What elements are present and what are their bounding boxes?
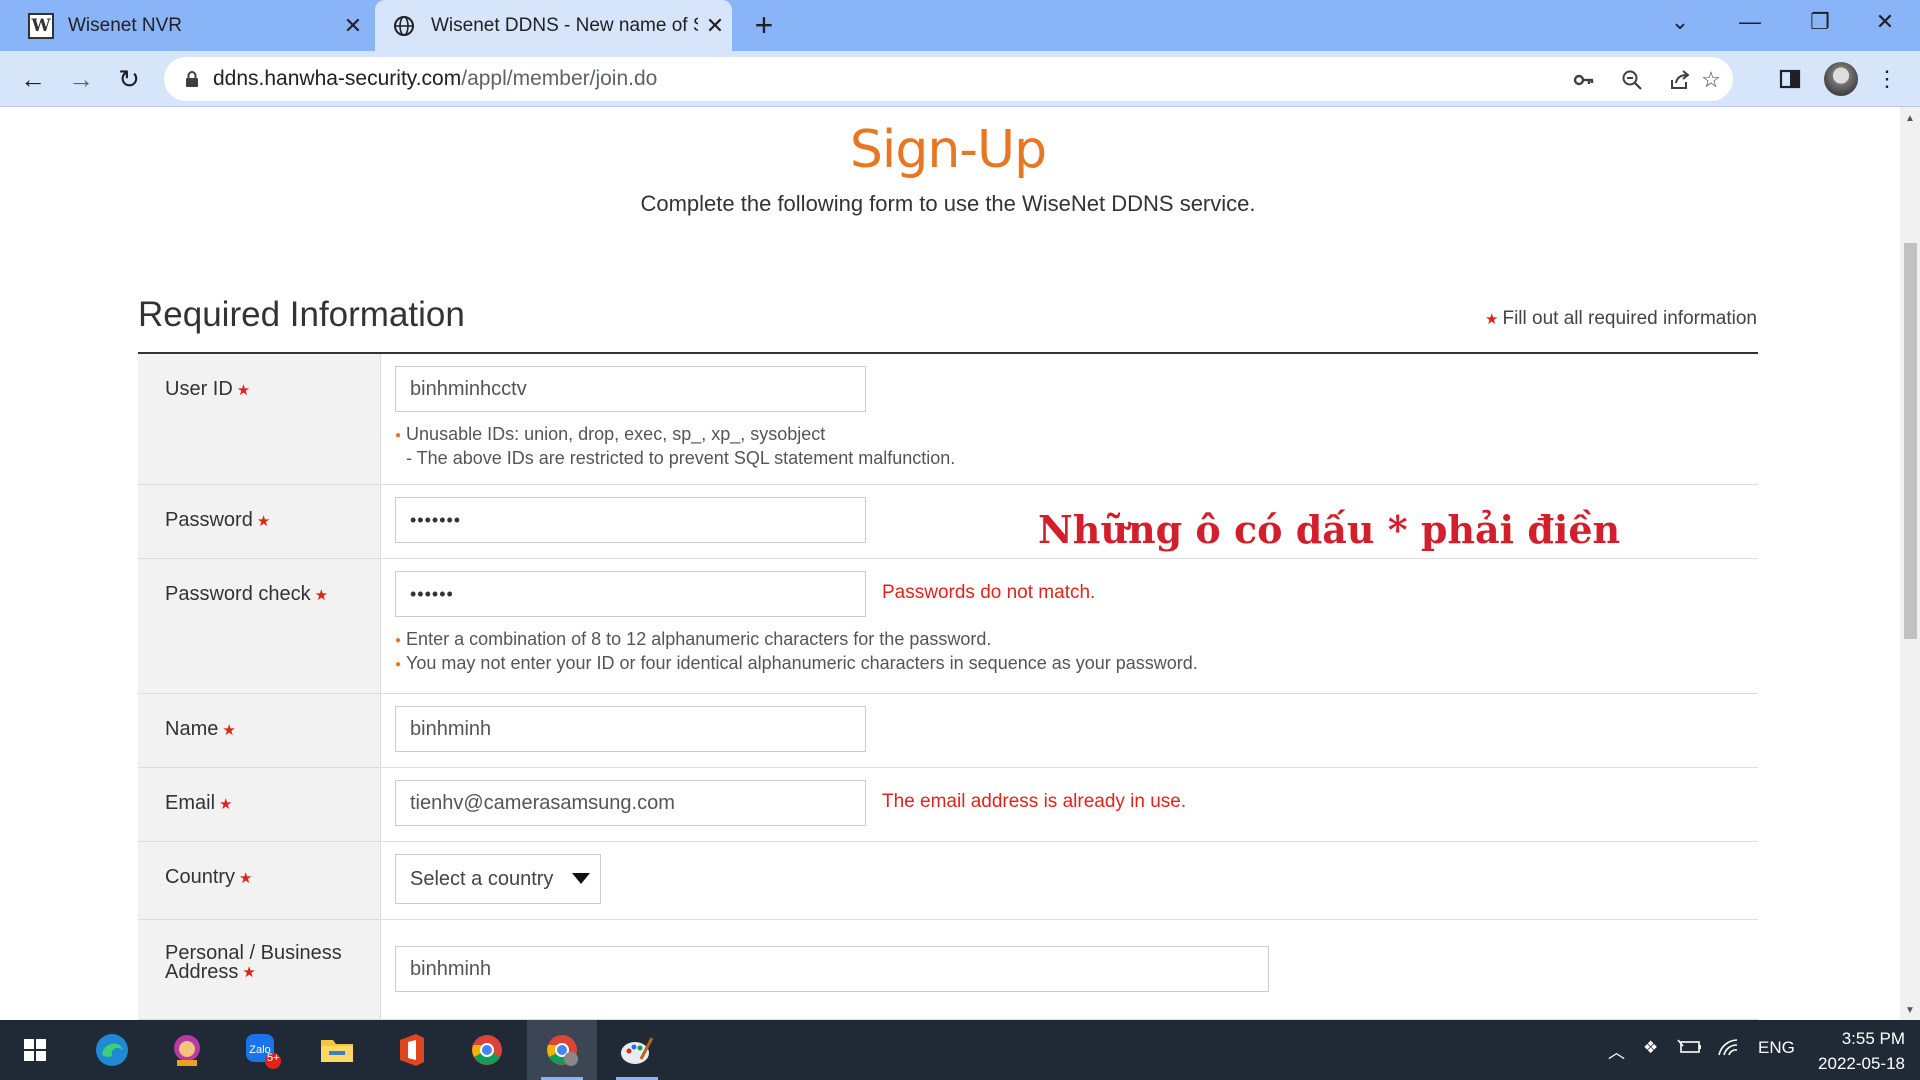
wifi-icon[interactable]: [1717, 1038, 1739, 1061]
dropdown-caret-icon: [572, 873, 590, 884]
close-tab-icon[interactable]: ✕: [698, 13, 732, 39]
bullet-icon: ●: [395, 429, 402, 441]
user-id-hint: ● Unusable IDs: union, drop, exec, sp_, x…: [395, 424, 956, 468]
email-input[interactable]: tienhv@camerasamsung.com: [395, 780, 866, 826]
required-star-icon: ★: [314, 586, 329, 604]
clock-date: 2022-05-18: [1818, 1054, 1905, 1073]
key-icon[interactable]: [1567, 63, 1601, 97]
signup-form: User ID ★ binhminhcctv ● Unusable IDs: uni…: [138, 352, 1758, 1020]
browser-toolbar: ← → ↻ ddns.hanwha-security.com/appl/memb…: [0, 51, 1920, 107]
tab-title: Wisenet DDNS - New name of Sa: [431, 14, 698, 36]
section-title: Required Information: [138, 295, 465, 334]
chrome-profile-app-icon[interactable]: [527, 1020, 597, 1080]
dropbox-icon[interactable]: ❖: [1643, 1038, 1658, 1058]
chrome-app-icon[interactable]: [452, 1020, 522, 1080]
row-user-id: User ID ★ binhminhcctv ● Unusable IDs: uni…: [138, 354, 1758, 485]
side-panel-icon[interactable]: [1770, 59, 1810, 99]
row-password-check: Password check ★ •••••• Passwords do not …: [138, 559, 1758, 694]
zoom-icon[interactable]: [1615, 63, 1649, 97]
windows-taskbar: Zalo 5+ ︿ ❖ ENG 3:55 PM 2022-05-18: [0, 1020, 1920, 1080]
page-scrollbar[interactable]: ▲ ▼: [1900, 107, 1920, 1020]
tab-wisenet-ddns[interactable]: Wisenet DDNS - New name of Sa ✕: [375, 0, 732, 51]
name-label: Name ★: [138, 694, 381, 767]
password-hint: ● Enter a combination of 8 to 12 alphanum…: [395, 629, 1198, 673]
share-icon[interactable]: [1663, 63, 1697, 97]
new-tab-button[interactable]: +: [745, 6, 783, 44]
annotation-note: Những ô có dấu * phải điền: [1038, 507, 1621, 552]
paint-app-icon[interactable]: [602, 1020, 672, 1080]
close-window-icon[interactable]: ✕: [1850, 0, 1920, 44]
forward-icon[interactable]: →: [61, 59, 101, 99]
battery-icon[interactable]: [1677, 1038, 1703, 1061]
password-check-input[interactable]: ••••••: [395, 571, 866, 617]
name-input[interactable]: binhminh: [395, 706, 866, 752]
zalo-badge: 5+: [267, 1052, 280, 1064]
close-tab-icon[interactable]: ✕: [336, 13, 370, 39]
zalo-app-icon[interactable]: Zalo 5+: [227, 1020, 297, 1080]
user-id-input[interactable]: binhminhcctv: [395, 366, 866, 412]
row-country: Country ★ Select a country: [138, 842, 1758, 920]
email-in-use-error: The email address is already in use.: [882, 791, 1187, 812]
page-subtitle: Complete the following form to use the W…: [640, 191, 1256, 216]
page-title: Sign-Up: [849, 120, 1047, 180]
file-explorer-icon[interactable]: [302, 1020, 372, 1080]
scrollbar-thumb[interactable]: [1904, 243, 1917, 639]
required-star-icon: ★: [222, 721, 236, 739]
address-bar[interactable]: ddns.hanwha-security.com/appl/member/joi…: [164, 57, 1733, 101]
country-select[interactable]: Select a country: [395, 854, 601, 904]
row-address: Personal / Business Address ★ binhminh: [138, 920, 1758, 1020]
show-hidden-icons-icon[interactable]: ︿: [1608, 1038, 1625, 1063]
required-star-icon: ★: [219, 795, 233, 813]
tab-wisenet-nvr[interactable]: W Wisenet NVR ✕: [12, 0, 370, 51]
scroll-down-icon[interactable]: ▼: [1900, 1005, 1920, 1016]
required-star-icon: ★: [256, 512, 271, 530]
country-select-value: Select a country: [410, 867, 554, 890]
clock-time: 3:55 PM: [1841, 1029, 1905, 1048]
lock-icon: [186, 71, 198, 87]
required-star-icon: ★: [239, 869, 253, 887]
tab-strip: W Wisenet NVR ✕ Wisenet DDNS - New name …: [0, 0, 1920, 51]
address-label: Personal / Business Address ★: [138, 920, 381, 1019]
password-mismatch-error: Passwords do not match.: [882, 582, 1096, 603]
back-icon[interactable]: ←: [13, 59, 53, 99]
office-app-icon[interactable]: [377, 1020, 447, 1080]
edge-app-icon[interactable]: [77, 1020, 147, 1080]
required-note: ★ Fill out all required information: [1485, 308, 1757, 329]
user-id-label: User ID ★: [138, 354, 381, 484]
minimize-icon[interactable]: —: [1715, 0, 1785, 44]
system-clock[interactable]: 3:55 PM 2022-05-18: [1785, 1026, 1905, 1076]
bullet-icon: ●: [395, 658, 402, 670]
password-label: Password ★: [138, 485, 381, 558]
required-star-icon: ★: [236, 381, 251, 399]
game-app-icon[interactable]: [152, 1020, 222, 1080]
row-email: Email ★ tienhv@camerasamsung.com The emai…: [138, 768, 1758, 842]
more-menu-icon[interactable]: ⋮: [1867, 59, 1907, 99]
address-input[interactable]: binhminh: [395, 946, 1269, 992]
tab-title: Wisenet NVR: [68, 14, 183, 36]
country-label: Country ★: [138, 842, 381, 919]
required-star-icon: ★: [242, 964, 256, 982]
windows-logo-icon: [24, 1039, 46, 1061]
bullet-icon: ●: [395, 634, 402, 646]
url-text: ddns.hanwha-security.com/appl/member/joi…: [213, 67, 658, 90]
page-viewport: Sign-Up Complete the following form to u…: [0, 107, 1900, 1020]
reload-icon[interactable]: ↻: [109, 59, 149, 99]
scroll-up-icon[interactable]: ▲: [1900, 113, 1920, 124]
tab-search-icon[interactable]: ⌄: [1645, 0, 1715, 44]
bookmark-star-icon[interactable]: ☆: [1694, 63, 1728, 97]
start-button[interactable]: [0, 1020, 70, 1080]
email-label: Email ★: [138, 768, 381, 841]
profile-avatar[interactable]: [1824, 62, 1858, 96]
required-star-icon: ★: [1485, 310, 1499, 328]
restore-icon[interactable]: ❐: [1785, 0, 1855, 44]
globe-icon: [391, 13, 417, 39]
row-name: Name ★ binhminh: [138, 694, 1758, 768]
password-input[interactable]: •••••••: [395, 497, 866, 543]
wisenet-favicon-icon: W: [28, 12, 54, 39]
password-check-label: Password check ★: [138, 559, 381, 693]
